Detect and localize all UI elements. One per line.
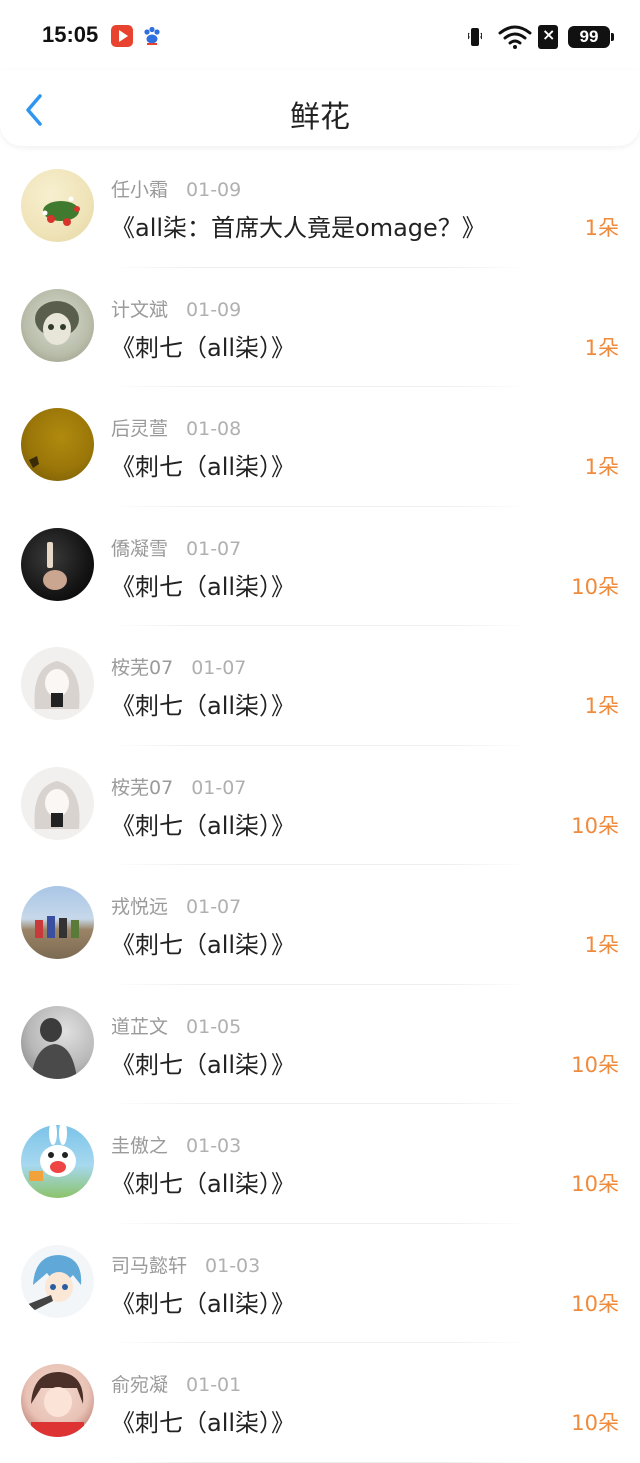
sender-name: 僑凝雪 [111,537,169,560]
list-item[interactable]: 圭傲之 01-03 《刺七（all柒）》 10朵 [0,1104,640,1224]
list-item[interactable]: 后灵萱 01-08 《刺七（all柒）》 1朵 [0,387,640,507]
gift-date: 01-07 [186,537,242,560]
book-title: 《刺七（all柒）》 [111,811,296,840]
list-item[interactable]: 俞宛凝 01-01 《刺七（all柒）》 10朵 [0,1343,640,1463]
list-item[interactable]: 戎悦远 01-07 《刺七（all柒）》 1朵 [0,865,640,985]
avatar[interactable] [21,766,94,840]
gift-date: 01-03 [186,1135,242,1157]
sim-icon [538,25,558,49]
sender-name: 圭傲之 [111,1135,169,1157]
book-title: 《刺七（all柒）》 [111,931,296,959]
book-title: 《all柒：首席大人竟是omage？》 [111,214,486,242]
book-title: 《刺七（all柒）》 [111,692,296,720]
gift-date: 01-05 [186,1015,242,1038]
avatar[interactable] [21,527,94,601]
flower-count: 10朵 [571,1052,619,1077]
avatar[interactable] [21,1005,94,1079]
sender-meta: 任小霜 01-09 [111,175,241,202]
vibrate-icon [467,26,483,48]
book-title: 《刺七（all柒）》 [111,453,296,481]
gift-date: 01-09 [186,179,242,201]
sender-meta: 圭傲之 01-03 [111,1131,241,1158]
sender-name: 桉芜07 [111,776,174,799]
sender-name: 司马懿轩 [111,1254,188,1277]
sender-meta: 司马懿轩 01-03 [111,1251,260,1278]
book-title: 《刺七（all柒）》 [111,1050,296,1079]
sender-meta: 戎悦远 01-07 [111,892,241,919]
sender-meta: 道芷文 01-05 [111,1012,241,1039]
nav-bar: 鲜花 [0,70,640,146]
avatar[interactable] [21,1244,94,1318]
book-title: 《刺七（all柒）》 [111,1409,296,1437]
sender-name: 任小霜 [111,179,169,201]
avatar[interactable] [21,408,94,481]
gift-date: 01-03 [205,1254,261,1277]
list-item[interactable]: 司马懿轩 01-03 《刺七（all柒）》 10朵 [0,1224,640,1344]
avatar[interactable] [21,1364,94,1437]
gift-date: 01-07 [186,896,242,918]
list-item[interactable]: 僑凝雪 01-07 《刺七（all柒）》 10朵 [0,507,640,627]
avatar[interactable] [21,169,94,242]
gift-date: 01-07 [191,657,247,679]
book-title: 《刺七（all柒）》 [111,1170,296,1198]
page-title: 鲜花 [290,100,350,135]
sender-meta: 僑凝雪 01-07 [111,534,241,561]
flower-count: 1朵 [584,933,619,957]
flower-count: 10朵 [571,1411,619,1435]
gift-date: 01-07 [191,776,247,799]
avatar[interactable] [21,647,94,720]
status-icons: 99 [440,24,614,50]
flower-count: 10朵 [571,574,619,599]
avatar[interactable] [21,886,94,959]
list-item[interactable]: 桉芜07 01-07 《刺七（all柒）》 1朵 [0,626,640,746]
book-title: 《刺七（all柒）》 [111,333,296,362]
sender-name: 俞宛凝 [111,1374,169,1396]
sender-meta: 俞宛凝 01-01 [111,1370,241,1397]
flower-gift-list: 任小霜 01-09 《all柒：首席大人竟是omage？》 1朵 计文斌 01-09… [0,148,640,1463]
sender-name: 计文斌 [111,298,169,321]
flower-count: 10朵 [571,1172,619,1196]
sender-name: 后灵萱 [111,418,169,440]
flower-count: 1朵 [584,694,619,718]
sender-name: 桉芜07 [111,657,174,679]
list-item[interactable]: 计文斌 01-09 《刺七（all柒）》 1朵 [0,268,640,388]
list-item[interactable]: 道芷文 01-05 《刺七（all柒）》 10朵 [0,985,640,1105]
sender-name: 戎悦远 [111,896,169,918]
gift-date: 01-08 [186,418,242,440]
flower-count: 10朵 [571,813,619,838]
book-title: 《刺七（all柒）》 [111,1289,296,1318]
flower-count: 10朵 [571,1291,619,1316]
video-app-icon [111,25,133,47]
flower-count: 1朵 [584,455,619,479]
avatar[interactable] [21,1125,94,1198]
paw-app-icon [141,25,163,47]
avatar[interactable] [21,288,94,362]
sender-name: 道芷文 [111,1015,169,1038]
sender-meta: 后灵萱 01-08 [111,414,241,441]
book-title: 《刺七（all柒）》 [111,572,296,601]
flower-count: 1朵 [584,216,619,240]
list-item[interactable]: 任小霜 01-09 《all柒：首席大人竟是omage？》 1朵 [0,148,640,268]
sender-meta: 桉芜07 01-07 [111,773,246,800]
sender-meta: 计文斌 01-09 [111,295,241,322]
status-bar: 15:05 99 [0,0,640,70]
wifi-icon [498,24,532,50]
gift-date: 01-01 [186,1374,242,1396]
flower-count: 1朵 [584,335,619,360]
list-item[interactable]: 桉芜07 01-07 《刺七（all柒）》 10朵 [0,746,640,866]
battery-icon: 99 [568,26,614,48]
gift-date: 01-09 [186,298,242,321]
sender-meta: 桉芜07 01-07 [111,653,246,680]
status-time: 15:05 [42,22,99,47]
